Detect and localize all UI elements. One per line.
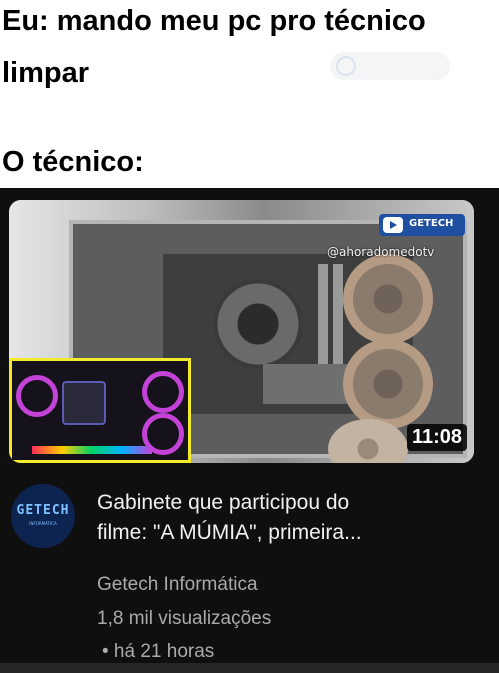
video-thumbnail[interactable]: GETECH @ahoradomedotv 11:08 [9,200,474,463]
video-title-line-1: Gabinete que participou do [97,491,350,514]
video-title[interactable]: Gabinete que participou do filme: "A MÚM… [97,488,482,548]
watermark-logo-text: GETECH [409,218,454,229]
meme-caption: Eu: mando meu pc pro técnico limpar O té… [0,0,499,188]
channel-name[interactable]: Getech Informática [97,574,258,596]
ram-stick [318,264,328,374]
caption-line-1: Eu: mando meu pc pro técnico [2,5,426,37]
video-card[interactable]: GETECH @ahoradomedotv 11:08 GETECH INFOR… [0,188,499,673]
faint-watermark [330,52,450,80]
rgb-fan [16,375,58,417]
channel-avatar-subtext: INFORMÁTICA [29,521,57,526]
case-fan [343,339,433,429]
caption-line-3: O técnico: [2,146,144,178]
channel-avatar-text: GETECH [16,503,70,518]
caption-line-2: limpar [2,57,90,89]
faint-logo-icon [336,56,356,76]
play-icon [383,217,403,233]
watermark-logo: GETECH [379,214,465,236]
cpu-block [62,381,106,425]
video-title-line-2: filme: "A MÚMIA", primeira... [97,521,362,544]
channel-avatar[interactable]: GETECH INFORMÁTICA [11,484,75,548]
duration-badge: 11:08 [406,424,467,451]
clean-pc-inset [9,358,191,463]
case-fan [343,254,433,344]
upload-age: • há 21 horas [102,641,215,662]
watermark-handle: @ahoradomedotv [327,245,435,259]
rgb-fan [142,371,184,413]
cpu-cooler [213,279,303,369]
ram-stick [333,264,343,374]
view-count: 1,8 mil visualizações [97,608,272,629]
bottom-divider [0,663,499,673]
rgb-strip [32,446,152,454]
